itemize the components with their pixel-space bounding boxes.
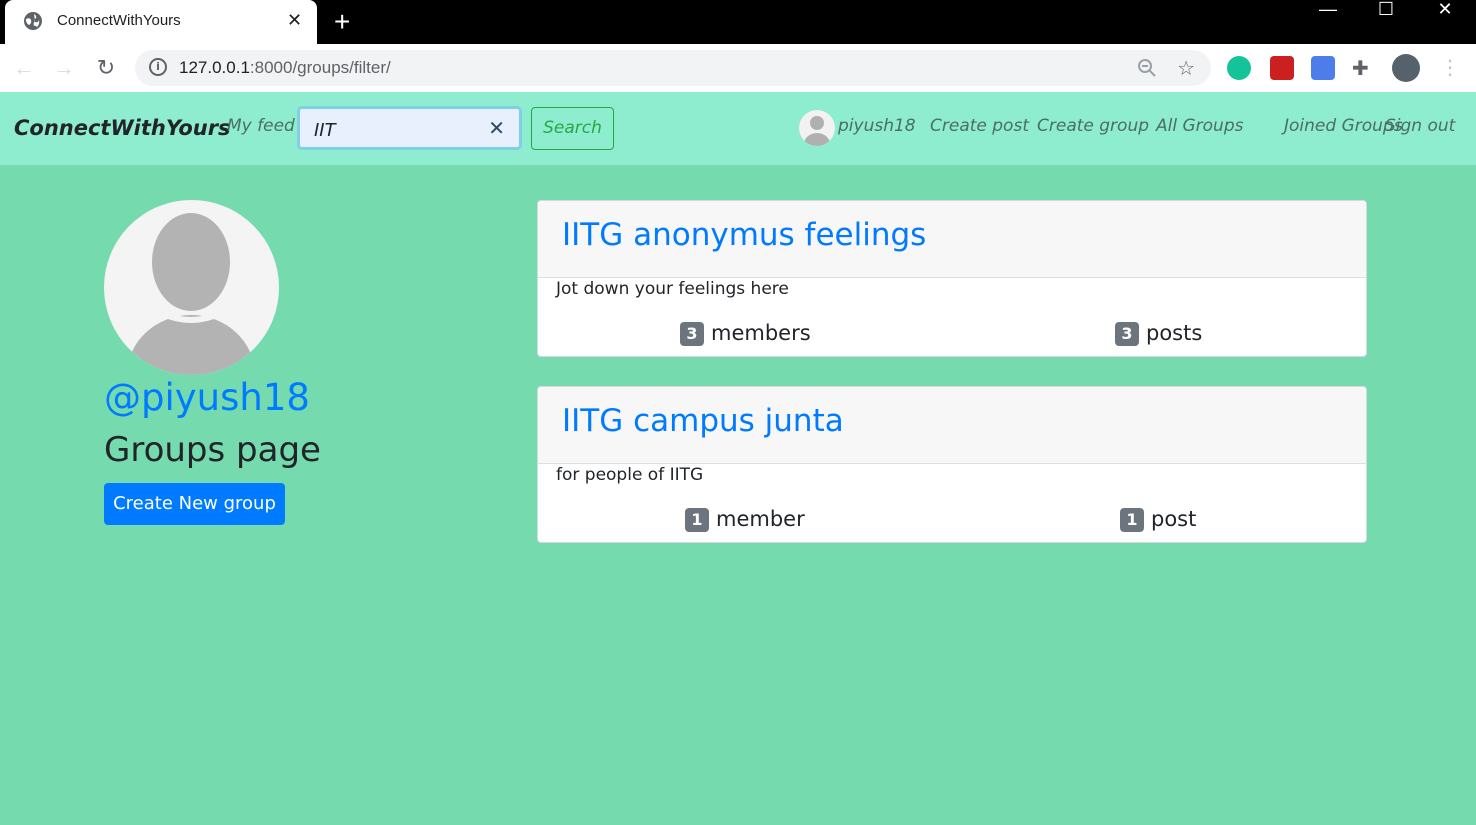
tab-title: ConnectWithYours xyxy=(57,12,181,29)
pdf-extension-icon[interactable] xyxy=(1270,56,1294,80)
group-card: IITG anonymus feelings Jot down your fee… xyxy=(537,200,1367,357)
nav-sign-out[interactable]: Sign out xyxy=(1385,116,1455,136)
group-members-stat: 3 members xyxy=(680,321,811,346)
search-button[interactable]: Search xyxy=(531,107,614,150)
members-label: members xyxy=(711,321,811,345)
minimize-icon[interactable]: — xyxy=(1308,0,1348,30)
search-field[interactable]: ✕ xyxy=(297,106,522,150)
group-posts-stat: 1 post xyxy=(1120,507,1196,532)
nav-all-groups[interactable]: All Groups xyxy=(1156,116,1243,136)
zoom-icon[interactable] xyxy=(1137,58,1157,78)
grammarly-extension-icon[interactable] xyxy=(1227,56,1251,80)
window-close-icon[interactable]: ✕ xyxy=(1425,0,1465,30)
back-arrow-icon[interactable]: ← xyxy=(10,54,38,82)
posts-count-badge: 1 xyxy=(1120,508,1144,532)
posts-label: posts xyxy=(1146,321,1203,345)
group-card: IITG campus junta for people of IITG 1 me… xyxy=(537,386,1367,543)
members-count-badge: 1 xyxy=(685,508,709,532)
browser-tab-strip: ConnectWithYours ✕ + — ☐ ✕ xyxy=(0,0,1476,44)
browser-tab[interactable]: ConnectWithYours ✕ xyxy=(5,0,317,44)
profile-avatar xyxy=(104,200,279,375)
user-avatar-icon xyxy=(804,116,830,146)
profile-avatar-icon[interactable] xyxy=(1392,54,1420,82)
globe-icon xyxy=(24,12,42,30)
group-members-stat: 1 member xyxy=(685,507,805,532)
posts-label: post xyxy=(1151,507,1197,531)
search-input[interactable] xyxy=(312,117,476,143)
group-posts-stat: 3 posts xyxy=(1115,321,1202,346)
create-new-group-button[interactable]: Create New group xyxy=(104,483,285,525)
group-name-link[interactable]: IITG campus junta xyxy=(562,403,844,439)
url-text: 127.0.0.1:8000/groups/filter/ xyxy=(179,58,391,77)
nav-my-feed[interactable]: My feed xyxy=(227,116,295,136)
avatar[interactable] xyxy=(799,110,835,146)
nav-username[interactable]: piyush18 xyxy=(838,116,916,136)
app-navbar: ConnectWithYours My feed ✕ Search piyush… xyxy=(0,92,1476,165)
nav-create-post[interactable]: Create post xyxy=(930,116,1029,136)
members-label: member xyxy=(716,507,805,531)
more-menu-icon[interactable]: ⋮ xyxy=(1440,56,1464,80)
nav-create-group[interactable]: Create group xyxy=(1037,116,1149,136)
bookmark-star-icon[interactable]: ☆ xyxy=(1177,56,1195,80)
brand-logo[interactable]: ConnectWithYours xyxy=(14,116,231,140)
group-card-header: IITG anonymus feelings xyxy=(538,201,1366,278)
clear-search-icon[interactable]: ✕ xyxy=(488,116,505,141)
group-description: Jot down your feelings here xyxy=(556,279,789,299)
maximize-icon[interactable]: ☐ xyxy=(1366,0,1406,30)
posts-count-badge: 3 xyxy=(1115,322,1139,346)
members-count-badge: 3 xyxy=(680,322,704,346)
reload-icon[interactable]: ↻ xyxy=(92,54,120,82)
page-title: Groups page xyxy=(104,430,321,470)
tab-close-icon[interactable]: ✕ xyxy=(287,10,302,31)
group-card-header: IITG campus junta xyxy=(538,387,1366,464)
site-info-icon[interactable]: i xyxy=(149,58,167,76)
extensions-puzzle-icon[interactable]: ✚ xyxy=(1352,56,1376,80)
new-tab-button[interactable]: + xyxy=(334,6,350,38)
profile-handle[interactable]: @piyush18 xyxy=(104,376,310,419)
group-name-link[interactable]: IITG anonymus feelings xyxy=(562,217,926,253)
address-bar[interactable]: i 127.0.0.1:8000/groups/filter/ ☆ xyxy=(135,50,1211,86)
browser-toolbar: ← → ↻ i 127.0.0.1:8000/groups/filter/ ☆ … xyxy=(0,44,1476,92)
forward-arrow-icon[interactable]: → xyxy=(50,54,78,82)
group-description: for people of IITG xyxy=(556,465,704,485)
camera-extension-icon[interactable] xyxy=(1311,56,1335,80)
user-silhouette-icon xyxy=(127,213,255,375)
